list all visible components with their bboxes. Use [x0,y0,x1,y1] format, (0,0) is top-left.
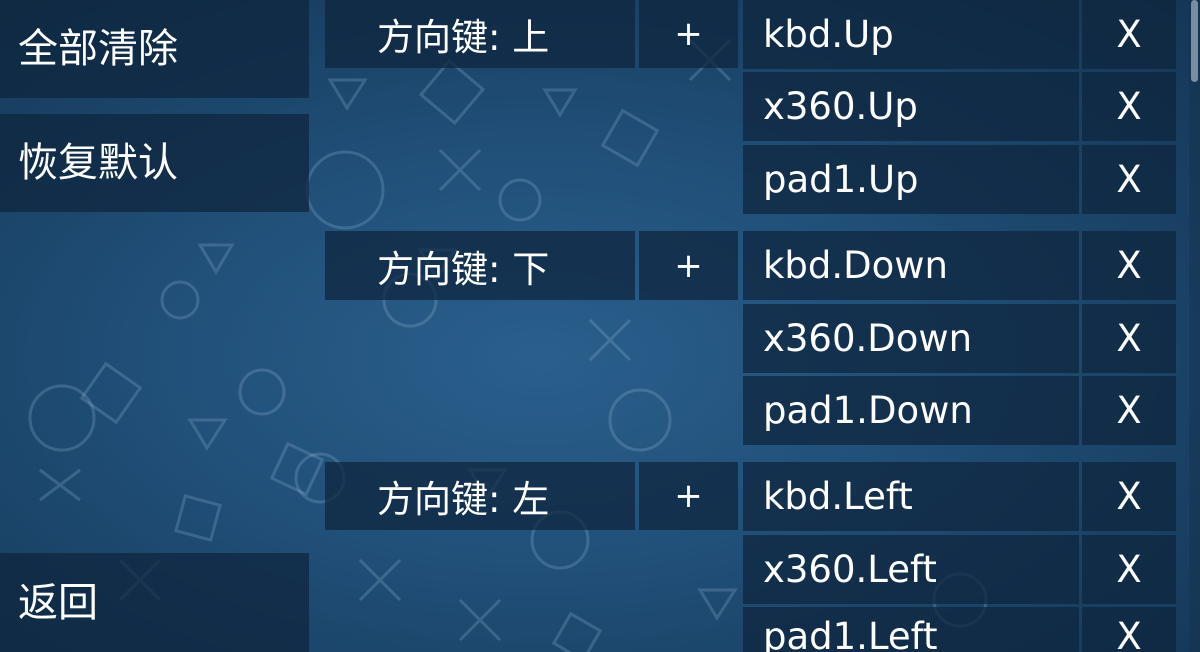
binding-cell[interactable]: pad1.Down [743,376,1079,445]
delete-icon: X [1116,317,1142,360]
add-binding-button-left[interactable]: + [639,462,738,530]
back-button[interactable]: 返回 [0,553,309,652]
binding-label: x360.Left [763,548,937,591]
clear-all-button[interactable]: 全部清除 [0,0,309,98]
delete-binding-button[interactable]: X [1082,0,1176,69]
add-binding-button-up[interactable]: + [639,0,738,68]
delete-binding-button[interactable]: X [1082,304,1176,373]
binding-cell[interactable]: pad1.Up [743,145,1079,214]
binding-label: pad1.Up [763,158,919,201]
delete-icon: X [1116,475,1142,518]
scrollbar[interactable] [1189,0,1200,652]
add-binding-button-down[interactable]: + [639,231,738,300]
binding-label: pad1.Left [763,615,938,652]
delete-binding-button[interactable]: X [1082,607,1176,652]
key-label-text: 方向键: 左 [377,478,550,521]
delete-icon: X [1116,244,1142,287]
binding-cell[interactable]: pad1.Left [743,607,1079,652]
plus-icon: + [674,476,703,516]
plus-icon: + [674,14,703,54]
delete-icon: X [1116,158,1142,201]
binding-cell[interactable]: kbd.Down [743,231,1079,300]
binding-cell[interactable]: x360.Down [743,304,1079,373]
binding-cell[interactable]: kbd.Up [743,0,1079,69]
binding-cell[interactable]: x360.Left [743,535,1079,604]
plus-icon: + [674,245,703,286]
delete-binding-button[interactable]: X [1082,376,1176,445]
scrollbar-thumb[interactable] [1191,0,1198,82]
binding-label: kbd.Down [763,244,948,287]
binding-label: pad1.Down [763,389,973,432]
binding-label: kbd.Left [763,475,913,518]
delete-icon: X [1116,548,1142,591]
delete-binding-button[interactable]: X [1082,535,1176,604]
key-label-down[interactable]: 方向键: 下 [325,231,635,300]
binding-label: kbd.Up [763,13,894,56]
key-label-text: 方向键: 下 [377,247,550,291]
delete-binding-button[interactable]: X [1082,231,1176,300]
delete-icon: X [1116,85,1142,128]
key-label-left[interactable]: 方向键: 左 [325,462,635,530]
delete-binding-button[interactable]: X [1082,72,1176,141]
key-label-text: 方向键: 上 [377,16,550,59]
delete-icon: X [1116,389,1142,432]
binding-label: x360.Down [763,317,973,360]
key-label-up[interactable]: 方向键: 上 [325,0,635,68]
binding-cell[interactable]: x360.Up [743,72,1079,141]
delete-icon: X [1116,13,1142,56]
binding-cell[interactable]: kbd.Left [743,462,1079,531]
restore-default-label: 恢复默认 [18,140,178,186]
delete-binding-button[interactable]: X [1082,145,1176,214]
clear-all-label: 全部清除 [18,26,178,72]
delete-binding-button[interactable]: X [1082,462,1176,531]
back-label: 返回 [18,579,98,626]
delete-icon: X [1116,615,1142,652]
binding-label: x360.Up [763,85,918,128]
restore-default-button[interactable]: 恢复默认 [0,114,309,212]
